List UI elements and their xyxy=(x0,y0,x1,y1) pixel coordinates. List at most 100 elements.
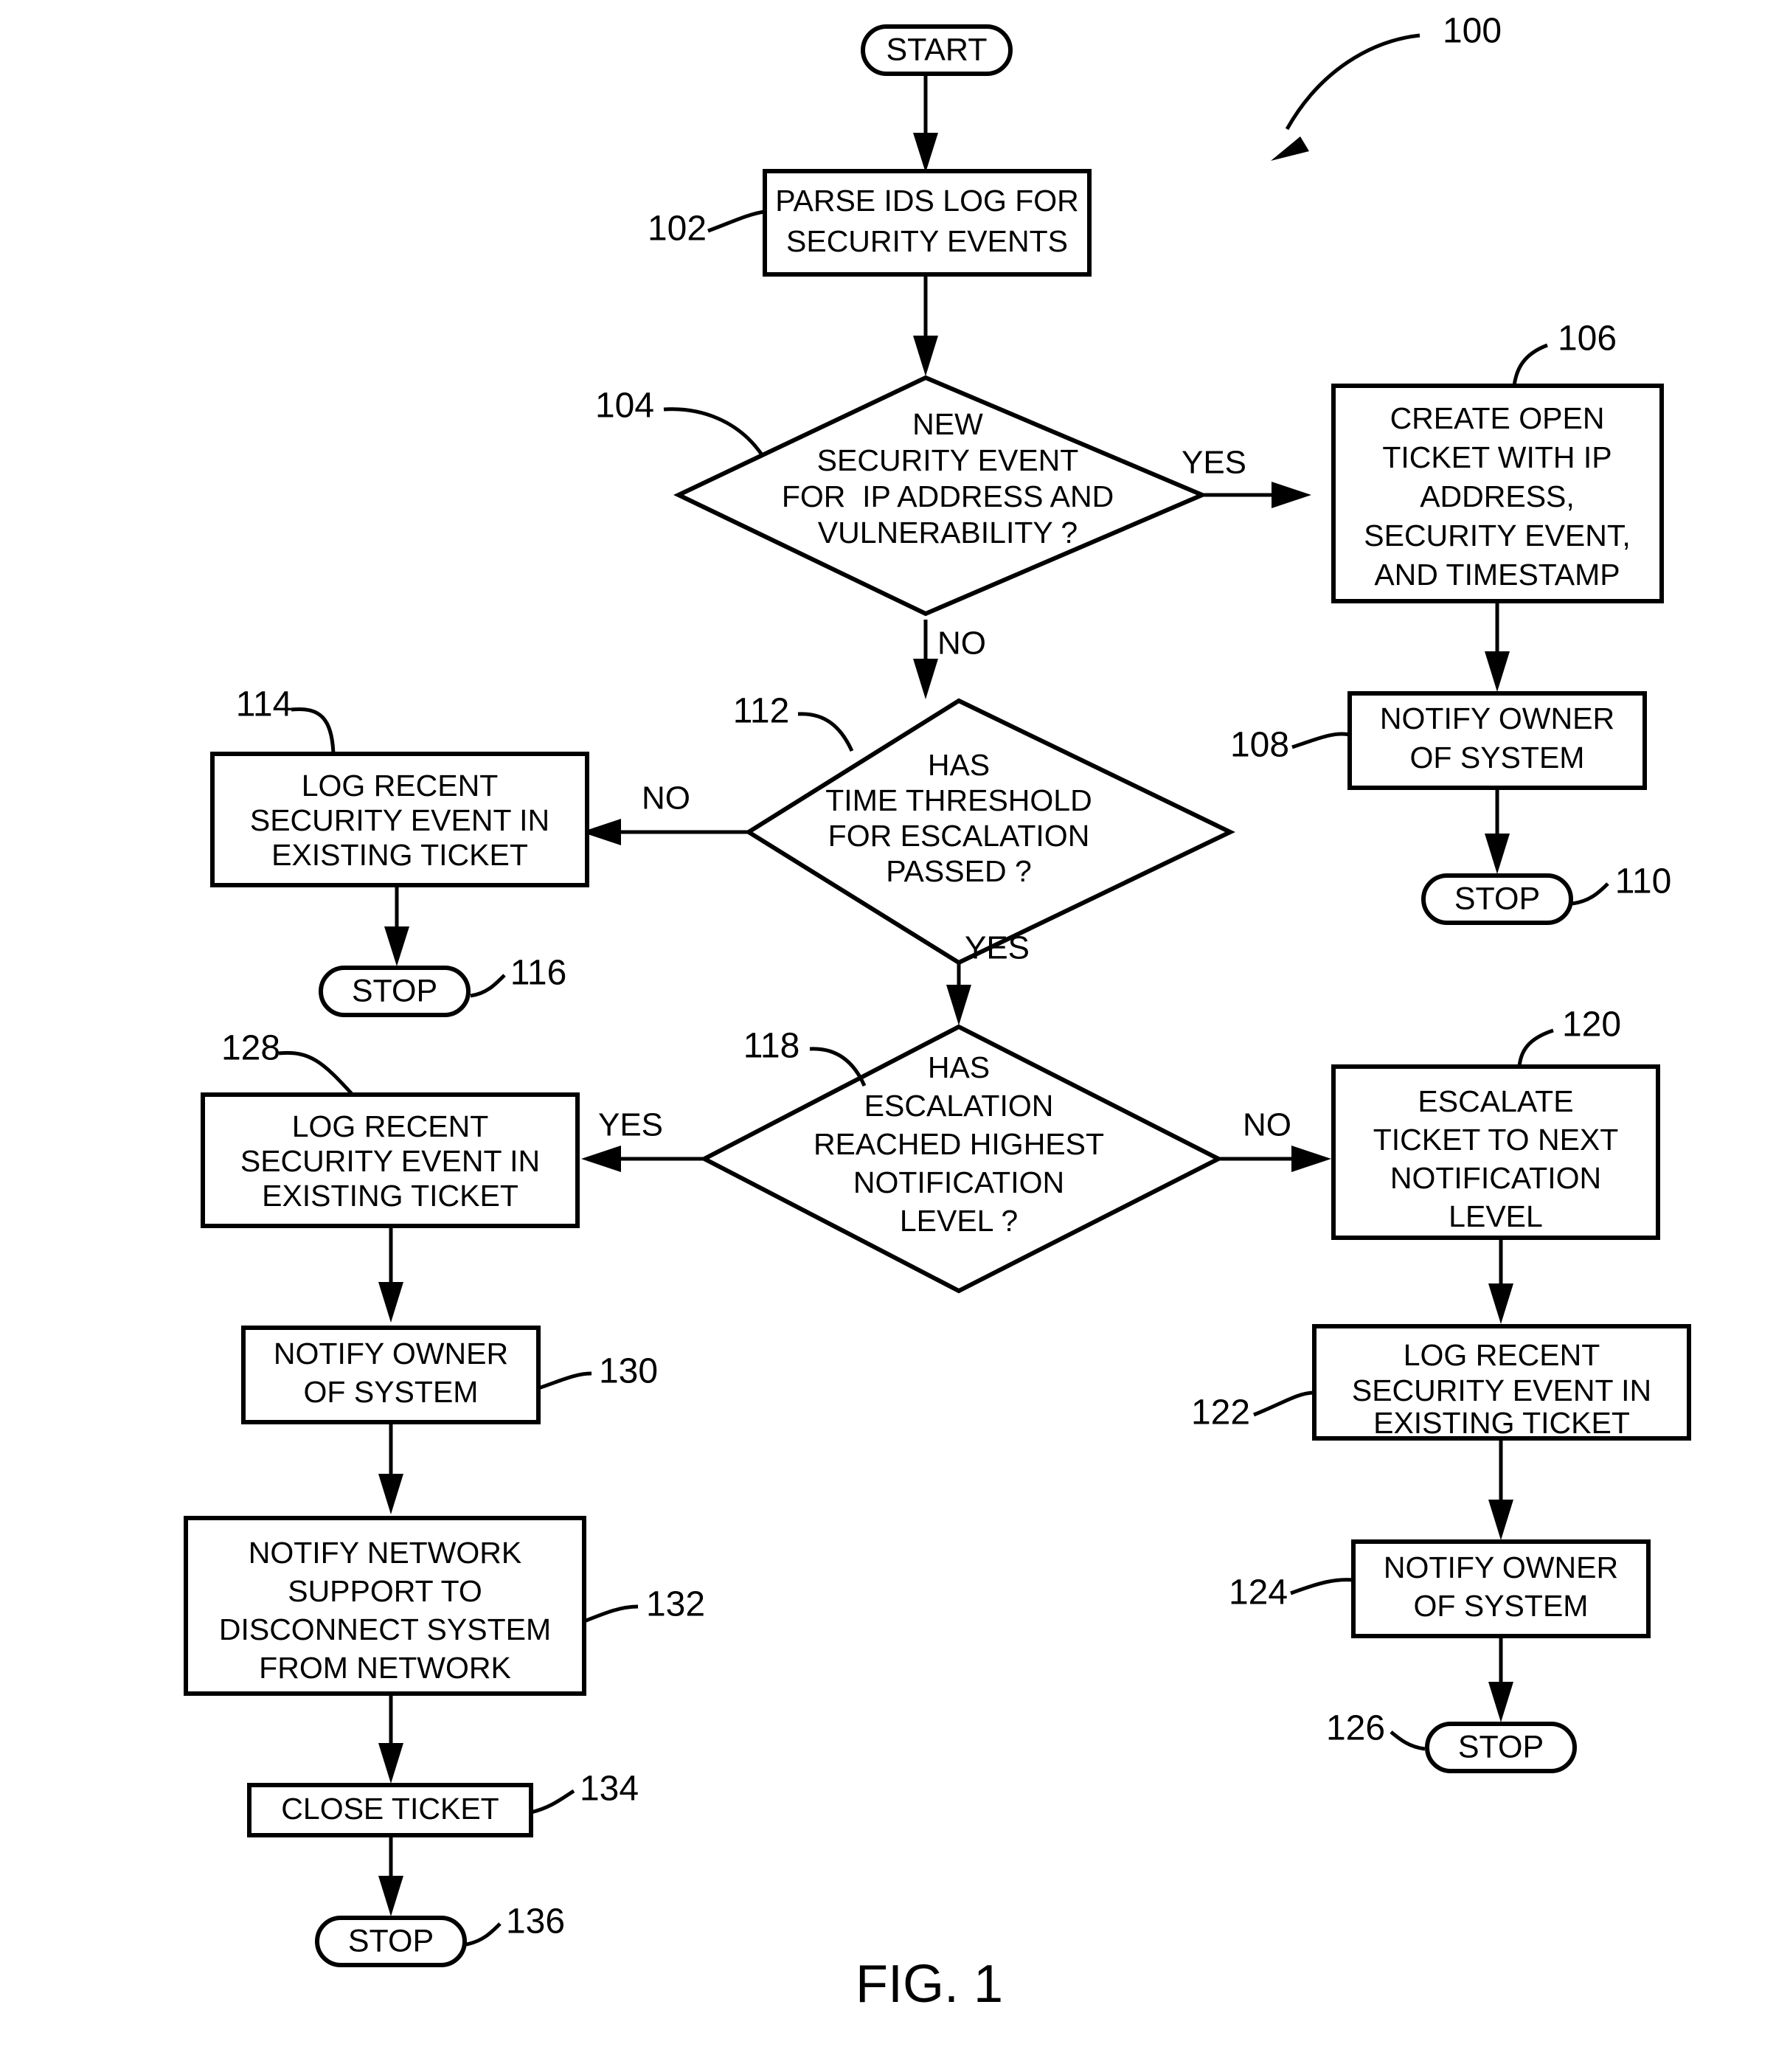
connector-108-to-stop110 xyxy=(1485,788,1510,874)
connector-104-no-to-112 xyxy=(913,620,938,699)
process-106: CREATE OPEN TICKET WITH IP ADDRESS, SECU… xyxy=(1331,319,1664,603)
process-132-line-0: NOTIFY NETWORK xyxy=(249,1536,522,1570)
decision-118-line-4: LEVEL ? xyxy=(900,1204,1018,1238)
reference-106: 106 xyxy=(1558,319,1617,358)
decision-112: HAS TIME THRESHOLD FOR ESCALATION PASSED… xyxy=(733,692,1235,966)
process-128-line-2: EXISTING TICKET xyxy=(262,1179,518,1213)
reference-104: 104 xyxy=(595,387,654,426)
terminal-stop-126-label: STOP xyxy=(1458,1729,1544,1764)
process-120: ESCALATE TICKET TO NEXT NOTIFICATION LEV… xyxy=(1331,1005,1660,1240)
process-124-line-0: NOTIFY OWNER xyxy=(1384,1550,1618,1584)
reference-132: 132 xyxy=(646,1585,705,1624)
process-106-line-0: CREATE OPEN xyxy=(1390,401,1605,435)
connector-102-to-104 xyxy=(913,274,938,376)
process-106-line-3: SECURITY EVENT, xyxy=(1364,519,1631,552)
reference-126: 126 xyxy=(1326,1709,1385,1748)
process-102: PARSE IDS LOG FOR SECURITY EVENTS 102 xyxy=(648,169,1092,277)
process-120-line-2: NOTIFICATION xyxy=(1390,1161,1601,1195)
process-114: LOG RECENT SECURITY EVENT IN EXISTING TI… xyxy=(210,685,589,887)
decision-112-line-0: HAS xyxy=(928,748,990,782)
connector-118-no-to-120 xyxy=(1217,1146,1331,1172)
connector-132-to-134 xyxy=(378,1694,403,1784)
decision-104-line-2: FOR IP ADDRESS AND xyxy=(782,479,1114,513)
system-reference-arrow xyxy=(1271,33,1420,161)
process-130-line-1: OF SYSTEM xyxy=(304,1375,479,1409)
process-108-line-1: OF SYSTEM xyxy=(1410,741,1585,775)
connector-118-yes-to-128 xyxy=(581,1146,704,1172)
decision-118-line-2: REACHED HIGHEST xyxy=(814,1127,1104,1161)
process-124-line-1: OF SYSTEM xyxy=(1414,1589,1589,1623)
decision-118-line-0: HAS xyxy=(928,1050,990,1084)
edge-label-112-no: NO xyxy=(642,780,690,817)
connector-start-to-102 xyxy=(913,74,938,173)
terminal-stop-116-label: STOP xyxy=(352,973,437,1008)
terminal-start: START xyxy=(861,24,1013,76)
terminal-stop-116: STOP 116 xyxy=(319,954,566,1017)
connector-106-to-108 xyxy=(1485,601,1510,692)
connector-124-to-stop126 xyxy=(1488,1638,1513,1722)
edge-label-104-no: NO xyxy=(937,626,986,662)
edge-label-118-no: NO xyxy=(1243,1107,1291,1143)
decision-104-line-3: VULNERABILITY ? xyxy=(818,516,1078,550)
process-106-line-2: ADDRESS, xyxy=(1420,479,1575,513)
process-120-line-1: TICKET TO NEXT xyxy=(1373,1123,1619,1157)
process-122: LOG RECENT SECURITY EVENT IN EXISTING TI… xyxy=(1191,1324,1691,1441)
process-106-line-4: AND TIMESTAMP xyxy=(1374,558,1620,592)
process-102-line-0: PARSE IDS LOG FOR xyxy=(775,184,1079,218)
connector-122-to-124 xyxy=(1488,1438,1513,1540)
reference-102: 102 xyxy=(648,209,707,249)
reference-134: 134 xyxy=(580,1770,639,1809)
reference-100: 100 xyxy=(1443,12,1502,51)
reference-130: 130 xyxy=(599,1352,658,1391)
process-134: CLOSE TICKET 134 xyxy=(247,1770,639,1837)
process-130-line-0: NOTIFY OWNER xyxy=(274,1337,508,1371)
reference-114: 114 xyxy=(236,685,293,724)
connector-120-to-122 xyxy=(1488,1238,1513,1324)
flowchart-canvas: 100 START PARSE IDS LOG FOR SECURITY EVE… xyxy=(184,12,1691,2014)
terminal-stop-136: STOP 136 xyxy=(315,1902,565,1967)
connector-114-to-stop116 xyxy=(384,885,409,966)
connector-112-no-to-114 xyxy=(581,819,749,845)
process-108: NOTIFY OWNER OF SYSTEM 108 xyxy=(1230,691,1647,790)
terminal-stop-110-label: STOP xyxy=(1454,881,1540,916)
reference-136: 136 xyxy=(506,1902,565,1941)
process-128-line-0: LOG RECENT xyxy=(292,1109,489,1143)
terminal-start-label: START xyxy=(887,32,988,67)
reference-110: 110 xyxy=(1615,862,1672,901)
reference-128: 128 xyxy=(221,1029,280,1068)
decision-104: NEW SECURITY EVENT FOR IP ADDRESS AND VU… xyxy=(595,375,1208,617)
process-108-line-0: NOTIFY OWNER xyxy=(1380,701,1614,735)
decision-104-line-1: SECURITY EVENT xyxy=(817,443,1079,477)
process-122-line-2: EXISTING TICKET xyxy=(1373,1406,1630,1440)
reference-122: 122 xyxy=(1191,1393,1250,1432)
process-122-line-0: LOG RECENT xyxy=(1404,1338,1600,1372)
edge-label-104-yes: YES xyxy=(1182,445,1246,481)
edge-label-118-yes: YES xyxy=(598,1107,663,1143)
reference-120: 120 xyxy=(1562,1005,1621,1044)
figure-caption: FIG. 1 xyxy=(856,1955,1003,2014)
connector-134-to-stop136 xyxy=(378,1834,403,1916)
process-114-line-0: LOG RECENT xyxy=(302,769,499,803)
process-106-line-1: TICKET WITH IP xyxy=(1382,440,1612,474)
terminal-stop-136-label: STOP xyxy=(348,1923,434,1958)
reference-124: 124 xyxy=(1229,1573,1288,1612)
process-128-line-1: SECURITY EVENT IN xyxy=(240,1144,540,1178)
decision-112-line-2: FOR ESCALATION xyxy=(828,819,1090,853)
process-124: NOTIFY OWNER OF SYSTEM 124 xyxy=(1229,1539,1651,1638)
process-114-line-2: EXISTING TICKET xyxy=(271,838,528,872)
process-102-line-1: SECURITY EVENTS xyxy=(786,224,1068,258)
decision-112-line-1: TIME THRESHOLD xyxy=(825,783,1092,817)
edge-label-112-yes: YES xyxy=(965,930,1030,966)
connector-130-to-132 xyxy=(378,1422,403,1514)
process-134-line-0: CLOSE TICKET xyxy=(281,1792,499,1826)
process-132: NOTIFY NETWORK SUPPORT TO DISCONNECT SYS… xyxy=(184,1516,705,1696)
terminal-stop-126: STOP 126 xyxy=(1326,1709,1577,1773)
process-132-line-2: DISCONNECT SYSTEM xyxy=(219,1612,551,1646)
process-132-line-3: FROM NETWORK xyxy=(259,1651,511,1685)
decision-104-line-0: NEW xyxy=(912,407,983,441)
process-128: LOG RECENT SECURITY EVENT IN EXISTING TI… xyxy=(201,1029,580,1228)
decision-118-line-1: ESCALATION xyxy=(864,1089,1054,1123)
decision-118: HAS ESCALATION REACHED HIGHEST NOTIFICAT… xyxy=(699,1024,1224,1294)
reference-108: 108 xyxy=(1230,726,1289,765)
reference-112: 112 xyxy=(733,692,790,731)
